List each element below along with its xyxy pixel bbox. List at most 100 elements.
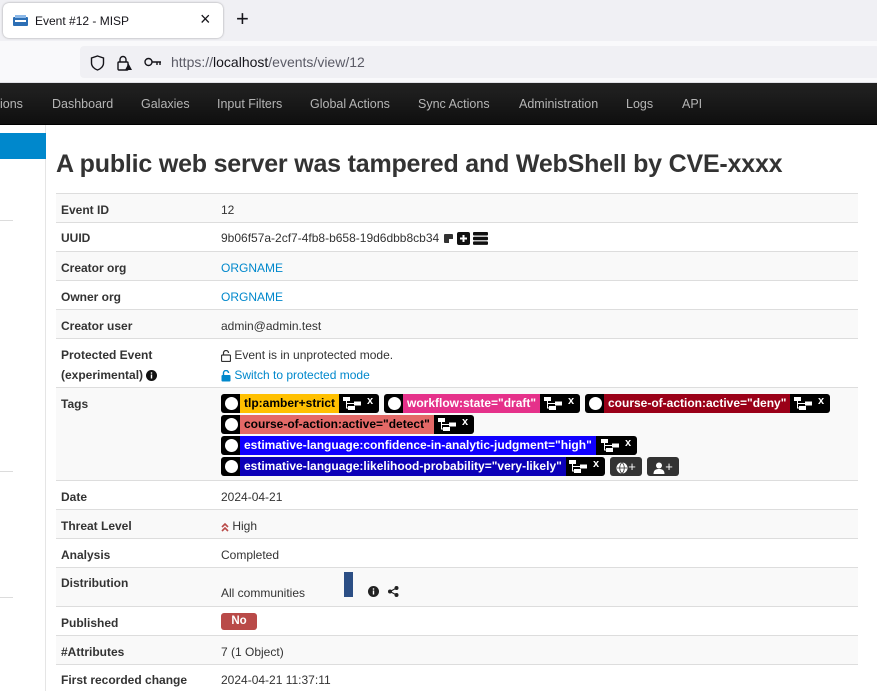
tag-likelihood-very-likely[interactable]: estimative-language:likelihood-probabili… xyxy=(221,457,605,476)
browser-toolbar: https://localhost/events/view/12 xyxy=(0,41,877,83)
info-icon[interactable] xyxy=(368,586,379,597)
table-row: UUID 9b06f57a-2cf7-4fb8-b658-19d6dbb8cb3… xyxy=(56,222,858,251)
plus-icon: + xyxy=(665,459,673,474)
distribution-graph-bar[interactable] xyxy=(344,572,353,597)
row-label: Protected Event xyxy=(61,348,153,362)
table-row: Analysis Completed xyxy=(56,538,858,567)
remove-tag-button[interactable]: x xyxy=(568,395,574,407)
creator-org-link[interactable]: ORGNAME xyxy=(221,261,283,275)
table-row: Creator user admin@admin.test xyxy=(56,309,858,338)
sidebar-divider xyxy=(0,471,13,472)
unlock-icon xyxy=(221,369,231,382)
tag-label: estimative-language:likelihood-probabili… xyxy=(240,457,566,476)
shield-icon[interactable] xyxy=(90,55,105,71)
tag-workflow-draft[interactable]: workflow:state="draft" x xyxy=(384,394,580,413)
nav-item-sync-actions[interactable]: Sync Actions xyxy=(418,97,490,111)
unlock-icon xyxy=(221,349,231,362)
add-local-tag-button[interactable]: + xyxy=(647,457,679,476)
add-global-tag-button[interactable]: + xyxy=(610,457,642,476)
globe-icon xyxy=(225,397,238,410)
taxonomy-tree-icon[interactable] xyxy=(343,397,361,410)
globe-icon xyxy=(589,397,602,410)
key-icon[interactable] xyxy=(144,55,162,69)
uuid-value: 9b06f57a-2cf7-4fb8-b658-19d6dbb8cb34 xyxy=(221,231,489,246)
tag-tlp-amber-strict[interactable]: tlp:amber+strict x xyxy=(221,394,379,413)
protection-status: Event is in unprotected mode. xyxy=(221,348,393,362)
remove-tag-button[interactable]: x xyxy=(593,458,599,470)
url-path: /events/view/12 xyxy=(268,54,365,70)
globe-icon xyxy=(225,439,238,452)
table-row: Published No xyxy=(56,606,858,635)
taxonomy-tree-icon[interactable] xyxy=(601,439,619,452)
nav-item-global-actions[interactable]: Global Actions xyxy=(310,97,390,111)
nav-item-actions[interactable]: ions xyxy=(0,97,23,111)
url-scheme: https:// xyxy=(171,54,214,70)
main-navbar: ions Dashboard Galaxies Input Filters Gl… xyxy=(0,83,877,125)
tag-course-of-action-detect[interactable]: course-of-action:active="detect" x xyxy=(221,415,474,434)
taxonomy-tree-icon[interactable] xyxy=(544,397,562,410)
tag-confidence-high[interactable]: estimative-language:confidence-in-analyt… xyxy=(221,436,637,455)
info-icon[interactable] xyxy=(146,370,158,382)
row-label: UUID xyxy=(61,231,91,245)
globe-icon xyxy=(388,397,401,410)
creator-user-value: admin@admin.test xyxy=(221,319,322,333)
globe-icon xyxy=(225,460,238,473)
close-tab-icon[interactable]: × xyxy=(200,9,211,29)
user-icon xyxy=(653,462,665,474)
browser-tab[interactable]: Event #12 - MISP × xyxy=(3,3,223,38)
sidebar-item-active[interactable] xyxy=(0,133,46,159)
new-tab-button[interactable]: + xyxy=(236,6,249,32)
row-label: Threat Level xyxy=(61,519,132,533)
share-icon[interactable] xyxy=(388,586,399,597)
row-label: Creator org xyxy=(61,261,127,275)
nav-item-galaxies[interactable]: Galaxies xyxy=(141,97,190,111)
nav-item-input-filters[interactable]: Input Filters xyxy=(217,97,282,111)
tag-course-of-action-deny[interactable]: course-of-action:active="deny" x xyxy=(585,394,830,413)
tag-label: course-of-action:active="deny" xyxy=(604,394,791,413)
nav-item-logs[interactable]: Logs xyxy=(626,97,653,111)
table-row: Threat Level High xyxy=(56,509,858,538)
url-text[interactable]: https://localhost/events/view/12 xyxy=(171,54,365,70)
event-details-table: Event ID 12 UUID 9b06f57a-2cf7-4fb8-b658… xyxy=(56,193,858,693)
tag-label: workflow:state="draft" xyxy=(403,394,541,413)
nav-item-dashboard[interactable]: Dashboard xyxy=(52,97,113,111)
published-status-badge: No xyxy=(221,613,257,630)
url-host: localhost xyxy=(213,54,269,70)
table-row: Protected Event (experimental) Event is … xyxy=(56,338,858,387)
date-value: 2024-04-21 xyxy=(221,490,283,504)
copy-icon[interactable] xyxy=(443,233,454,244)
table-row: Creator org ORGNAME xyxy=(56,251,858,280)
plus-icon: + xyxy=(628,459,636,474)
uuid-text: 9b06f57a-2cf7-4fb8-b658-19d6dbb8cb34 xyxy=(221,231,440,245)
sidebar-divider xyxy=(0,597,13,598)
remove-tag-button[interactable]: x xyxy=(818,395,824,407)
remove-tag-button[interactable]: x xyxy=(367,395,373,407)
event-id-value: 12 xyxy=(221,203,235,217)
address-bar[interactable]: https://localhost/events/view/12 xyxy=(80,46,877,78)
tab-title: Event #12 - MISP xyxy=(35,14,130,28)
remove-tag-button[interactable]: x xyxy=(625,437,631,449)
server-icon[interactable] xyxy=(473,232,489,246)
nav-item-api[interactable]: API xyxy=(682,97,702,111)
row-label: Published xyxy=(61,616,119,630)
remove-tag-button[interactable]: x xyxy=(462,416,468,428)
plus-square-icon[interactable] xyxy=(456,232,470,246)
taxonomy-tree-icon[interactable] xyxy=(794,397,812,410)
threat-level-value: High xyxy=(221,519,257,533)
taxonomy-tree-icon[interactable] xyxy=(438,418,456,431)
row-label: #Attributes xyxy=(61,645,125,659)
distribution-value: All communities xyxy=(221,586,306,600)
tag-label: course-of-action:active="detect" xyxy=(240,415,434,434)
sidebar-divider xyxy=(0,220,13,221)
taxonomy-tree-icon[interactable] xyxy=(569,460,587,473)
row-label: Event ID xyxy=(61,203,110,217)
globe-icon xyxy=(616,461,628,474)
lock-warning-icon[interactable] xyxy=(116,55,132,71)
page-title: A public web server was tampered and Web… xyxy=(56,150,783,178)
switch-protected-mode-link[interactable]: Switch to protected mode xyxy=(221,368,370,382)
nav-item-administration[interactable]: Administration xyxy=(519,97,598,111)
owner-org-link[interactable]: ORGNAME xyxy=(221,290,283,304)
first-change-value: 2024-04-21 11:37:11 xyxy=(221,673,331,687)
left-sidebar xyxy=(0,125,46,691)
row-label: Creator user xyxy=(61,319,133,333)
